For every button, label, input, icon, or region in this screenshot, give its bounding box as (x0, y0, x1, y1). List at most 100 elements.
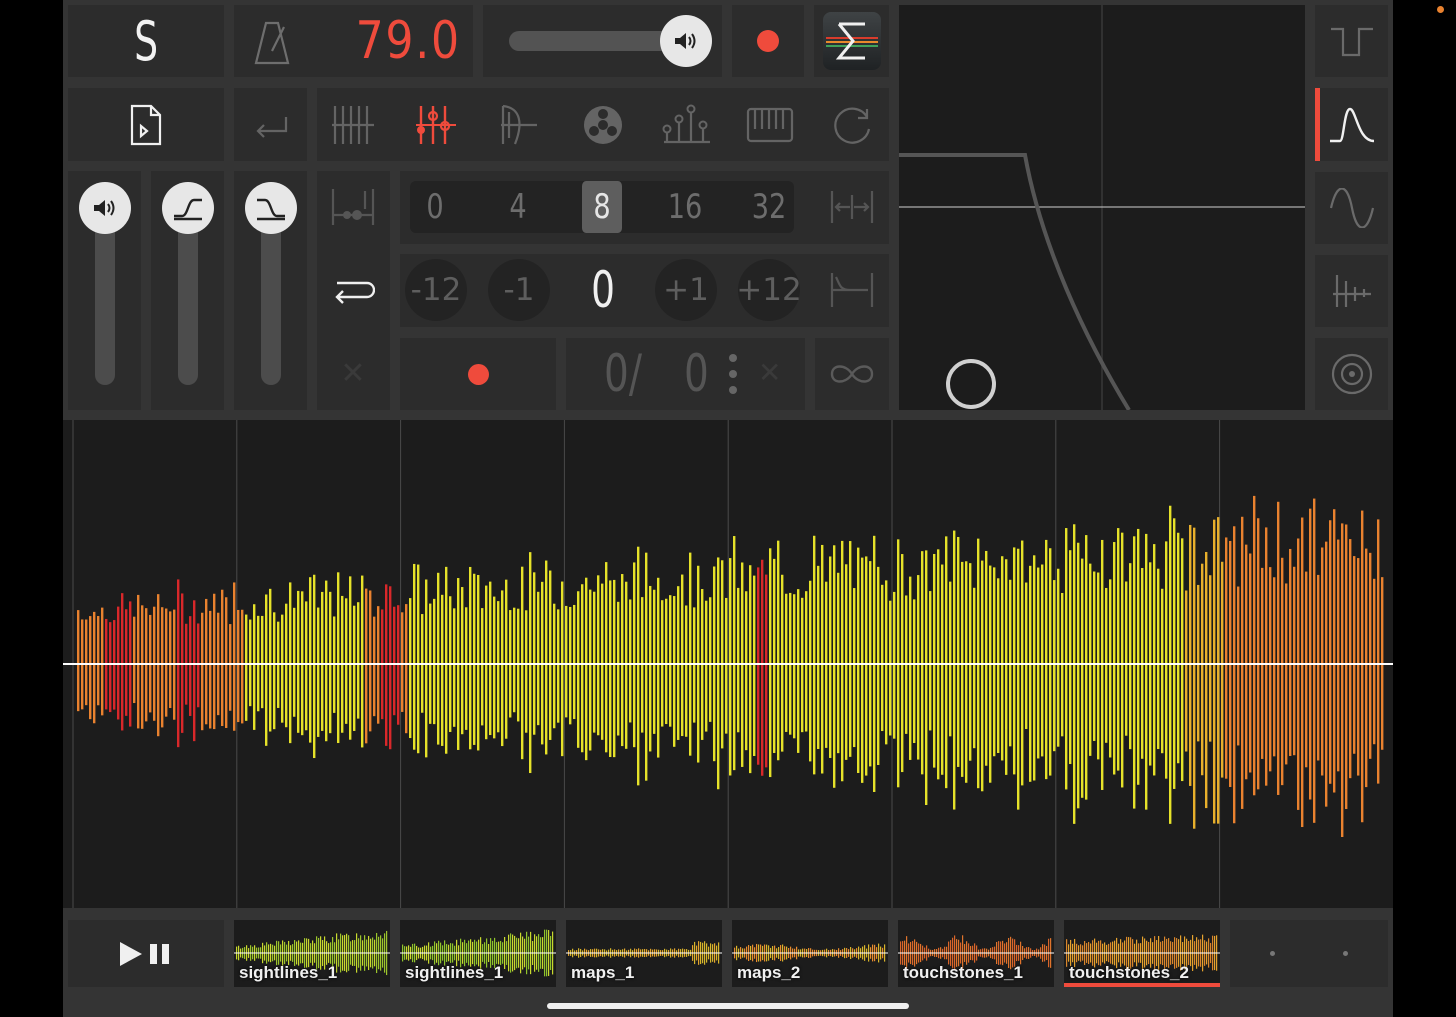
infinite-loop-button[interactable] (815, 338, 889, 410)
trim-icon[interactable] (824, 183, 880, 231)
highpass-fader (151, 171, 224, 410)
waveform-bar (1269, 567, 1272, 772)
waveform-view[interactable] (63, 420, 1393, 908)
waveform-bar (517, 608, 520, 722)
waveform-bar (705, 600, 708, 732)
lowpass-fader-knob[interactable] (245, 182, 297, 234)
keyboard-icon[interactable] (742, 98, 798, 152)
highpass-fader-knob[interactable] (162, 182, 214, 234)
logo-tile[interactable]: S (68, 5, 224, 77)
waveform-bar (1133, 536, 1136, 809)
empty-slot-dot (1343, 951, 1348, 956)
waveform-bar (1349, 539, 1352, 779)
reel-icon[interactable] (575, 98, 631, 152)
nodes-icon[interactable] (659, 98, 715, 152)
waveform-bar (141, 605, 144, 729)
shape-exp-decay[interactable] (1315, 88, 1388, 161)
clip-2[interactable]: sightlines_1 (400, 920, 556, 987)
quantize-option-8[interactable]: 8 (582, 181, 622, 233)
waveform-bar (337, 572, 340, 744)
shape-sine[interactable] (1315, 172, 1388, 244)
empty-slot-dot (1270, 951, 1275, 956)
waveform-bar (357, 602, 360, 719)
transpose-plus-1[interactable]: +1 (655, 259, 717, 321)
waveform-bar (1145, 533, 1148, 810)
waveform-bar (833, 545, 836, 788)
waveform-bar (593, 591, 596, 733)
volume-fader-knob[interactable] (79, 182, 131, 234)
waveform-bar (721, 560, 724, 749)
counter-clear-icon[interactable]: ✕ (758, 356, 781, 389)
waveform-bar (609, 580, 612, 757)
recording-indicator-dot (1437, 6, 1444, 13)
waveform-bar (537, 591, 540, 726)
quantize-segmented: 0 4 8 16 32 (410, 181, 794, 233)
envelope-graph[interactable] (899, 5, 1305, 412)
clip-label: touchstones_1 (903, 963, 1023, 982)
transpose-current[interactable]: 0 (580, 259, 627, 321)
tempo-tile[interactable]: 79.0 (234, 5, 473, 77)
shape-target[interactable] (1315, 338, 1388, 410)
counter-more-icon[interactable] (728, 352, 738, 401)
waveform-bar (393, 606, 396, 716)
waveform-bar (1157, 568, 1160, 750)
waveform-bar (757, 567, 760, 765)
waveform-bar (1089, 563, 1092, 756)
waveform-bar (437, 572, 440, 745)
quantize-option-16[interactable]: 16 (665, 181, 705, 233)
harp-icon[interactable] (492, 98, 548, 152)
shape-square[interactable] (1315, 5, 1388, 77)
square-wave-icon (1330, 27, 1373, 57)
play-pause-button[interactable] (68, 920, 224, 987)
waveform-bar (849, 541, 852, 757)
tempo-display[interactable]: 79.0 (356, 11, 461, 71)
transpose-minus-12[interactable]: -12 (405, 259, 467, 321)
record-button[interactable] (732, 5, 804, 77)
waveform-bar (497, 601, 500, 733)
clear-icon[interactable]: ✕ (325, 349, 381, 397)
record-loop-button[interactable] (400, 338, 556, 410)
clip-4[interactable]: maps_2 (732, 920, 888, 987)
waveform-bar (1113, 542, 1116, 775)
waveform-bar (413, 563, 416, 750)
file-button[interactable] (68, 88, 224, 161)
loop-icon[interactable] (825, 98, 881, 152)
shape-comb[interactable] (1315, 255, 1388, 327)
clip-5[interactable]: touchstones_1 (898, 920, 1054, 987)
waveform-bar (1081, 558, 1084, 798)
return-icon[interactable] (325, 266, 381, 314)
waveform-bar (97, 616, 100, 706)
waveform-bar (345, 598, 348, 724)
waveform-bar (305, 601, 308, 731)
waveform-bar (685, 605, 688, 737)
waveform-bar (601, 583, 604, 740)
waveform-bar (1289, 548, 1292, 756)
waveform-bar (793, 594, 796, 739)
waveform-bar (605, 562, 608, 753)
pitch-envelope-icon[interactable] (824, 266, 880, 314)
waveform-bar (925, 550, 928, 805)
clip-3[interactable]: maps_1 (566, 920, 722, 987)
transpose-plus-12[interactable]: +12 (736, 259, 802, 321)
waveform-bar (1161, 588, 1164, 754)
track-grid-icon[interactable] (325, 98, 381, 152)
mixer-icon[interactable] (409, 98, 465, 152)
waveform-bar (473, 573, 476, 745)
empty-clip-slots[interactable] (1230, 920, 1388, 987)
quantize-option-0[interactable]: 0 (415, 181, 455, 233)
waveform-bar (1297, 538, 1300, 810)
waveform-bar (89, 616, 92, 720)
transpose-minus-1[interactable]: -1 (488, 259, 550, 321)
metronome-icon[interactable] (254, 21, 290, 70)
comb-icon (1332, 275, 1371, 307)
quantize-option-32[interactable]: 32 (749, 181, 789, 233)
loop-region-icon[interactable] (325, 183, 381, 231)
waveform-bar (765, 574, 768, 768)
master-volume-knob[interactable] (660, 15, 712, 67)
clip-6[interactable]: touchstones_2 (1064, 920, 1220, 987)
quantize-option-4[interactable]: 4 (498, 181, 538, 233)
clip-1[interactable]: sightlines_1 (234, 920, 390, 987)
sigma-button[interactable] (814, 5, 889, 77)
waveform-bar (1073, 524, 1076, 824)
back-button[interactable] (234, 88, 307, 161)
